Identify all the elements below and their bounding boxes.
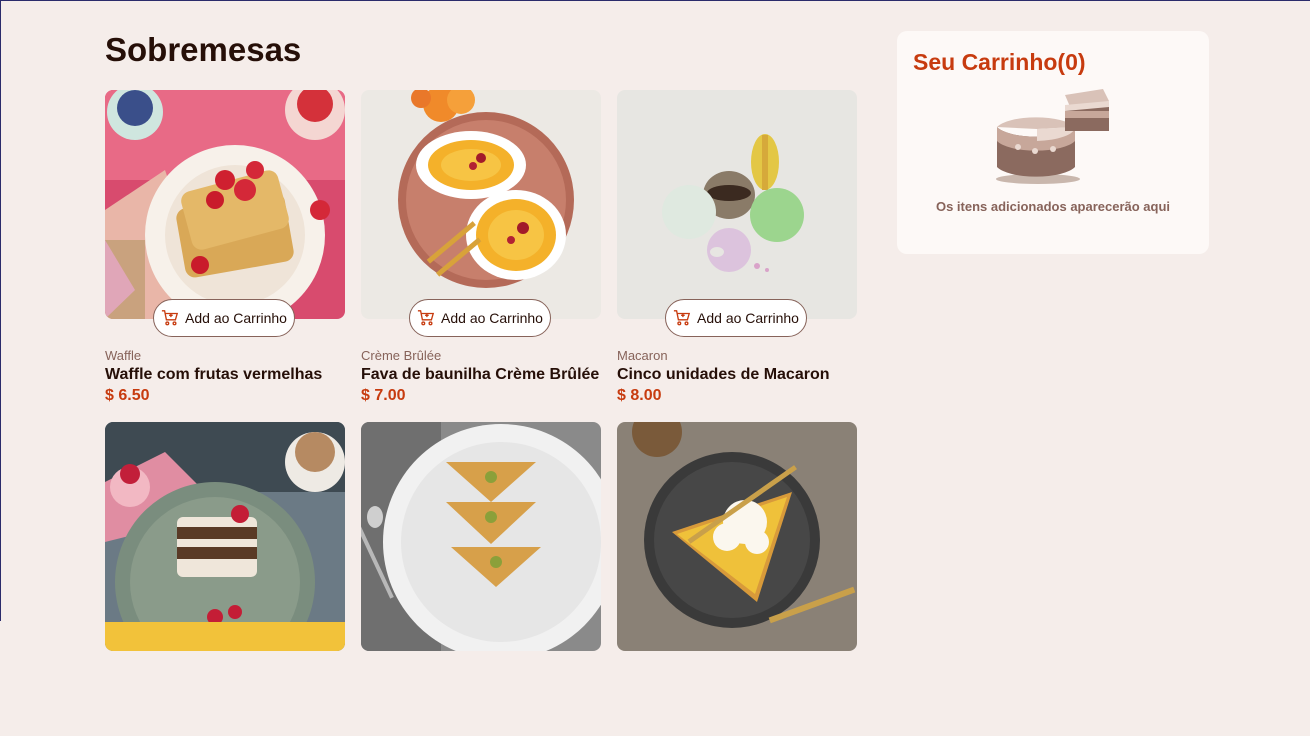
product-price: $ 8.00 (617, 387, 662, 404)
product-card-pie (617, 422, 857, 736)
product-category: Macaron (617, 348, 668, 363)
cart-panel: Seu Carrinho(0) Os itens adicionados apa… (897, 31, 1209, 254)
add-to-cart-button[interactable]: Add ao Carrinho (665, 299, 807, 337)
cart-title: Seu Carrinho(0) (913, 49, 1086, 75)
add-to-cart-label: Add ao Carrinho (441, 310, 543, 326)
add-to-cart-label: Add ao Carrinho (697, 310, 799, 326)
product-image-creme-brulee (361, 90, 601, 319)
product-image-waffle (105, 90, 345, 319)
product-image-tiramisu (105, 422, 345, 651)
add-to-cart-button[interactable]: Add ao Carrinho (409, 299, 551, 337)
product-name: Waffle com frutas vermelhas (105, 366, 323, 383)
product-name: Fava de baunilha Crème Brûlée (361, 366, 600, 383)
cart-empty-message: Os itens adicionados aparecerão aqui (935, 199, 1171, 214)
product-image-pie (617, 422, 857, 651)
product-grid: Add ao Carrinho Waffle Waffle com frutas… (105, 90, 857, 736)
product-card-macaron: Add ao Carrinho Macaron Cinco unidades d… (617, 90, 857, 404)
add-to-cart-label: Add ao Carrinho (185, 310, 287, 326)
product-category: Crème Brûlée (361, 348, 442, 363)
product-card-tiramisu (105, 422, 345, 736)
product-card-creme-brulee: Add ao Carrinho Crème Brûlée Fava de bau… (361, 90, 601, 404)
page-title: Sobremesas (105, 31, 302, 68)
product-card-waffle: Add ao Carrinho Waffle Waffle com frutas… (105, 90, 345, 404)
add-to-cart-button[interactable]: Add ao Carrinho (153, 299, 295, 337)
product-card-baklava (361, 422, 601, 736)
product-price: $ 7.00 (361, 387, 406, 404)
add-to-cart-icon (417, 310, 435, 326)
product-category: Waffle (105, 348, 142, 363)
cake-illustration-icon (996, 89, 1109, 184)
product-price: $ 6.50 (105, 387, 150, 404)
product-image-macaron (617, 90, 857, 319)
add-to-cart-icon (673, 310, 691, 326)
product-name: Cinco unidades de Macaron (617, 366, 830, 383)
add-to-cart-icon (161, 310, 179, 326)
product-image-baklava (361, 422, 601, 651)
